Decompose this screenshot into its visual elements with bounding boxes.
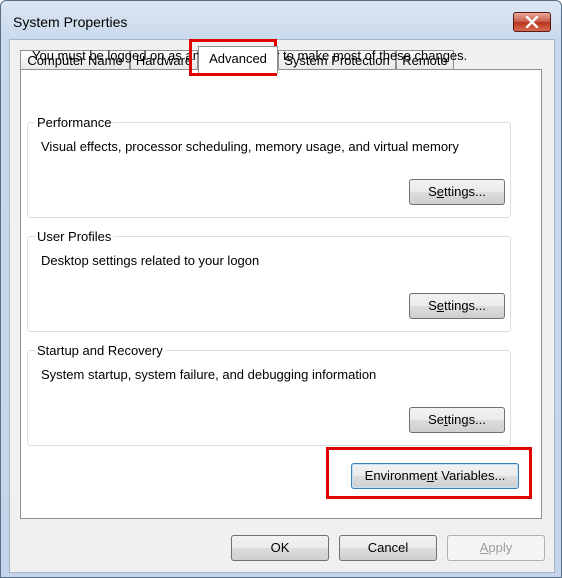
close-icon xyxy=(525,16,539,28)
ok-button[interactable]: OK xyxy=(231,535,329,561)
title-bar[interactable]: System Properties xyxy=(1,1,561,39)
startup-recovery-settings-button[interactable]: Settings... xyxy=(409,407,505,433)
startup-recovery-description: System startup, system failure, and debu… xyxy=(41,367,377,382)
user-profiles-settings-button[interactable]: Settings... xyxy=(409,293,505,319)
user-profiles-description: Desktop settings related to your logon xyxy=(41,253,260,268)
performance-group-label: Performance xyxy=(35,115,114,130)
user-profiles-group-label: User Profiles xyxy=(35,229,114,244)
tab-advanced[interactable]: Advanced xyxy=(198,46,278,73)
apply-button[interactable]: Apply xyxy=(447,535,545,561)
window-title: System Properties xyxy=(13,14,128,30)
startup-recovery-group-label: Startup and Recovery xyxy=(35,343,165,358)
close-button[interactable] xyxy=(513,12,551,32)
cancel-button[interactable]: Cancel xyxy=(339,535,437,561)
environment-variables-button[interactable]: Environment Variables... xyxy=(351,463,519,489)
performance-description: Visual effects, processor scheduling, me… xyxy=(41,139,459,154)
performance-settings-button[interactable]: Settings... xyxy=(409,179,505,205)
system-properties-window: System Properties Computer Name Hardware… xyxy=(0,0,562,578)
